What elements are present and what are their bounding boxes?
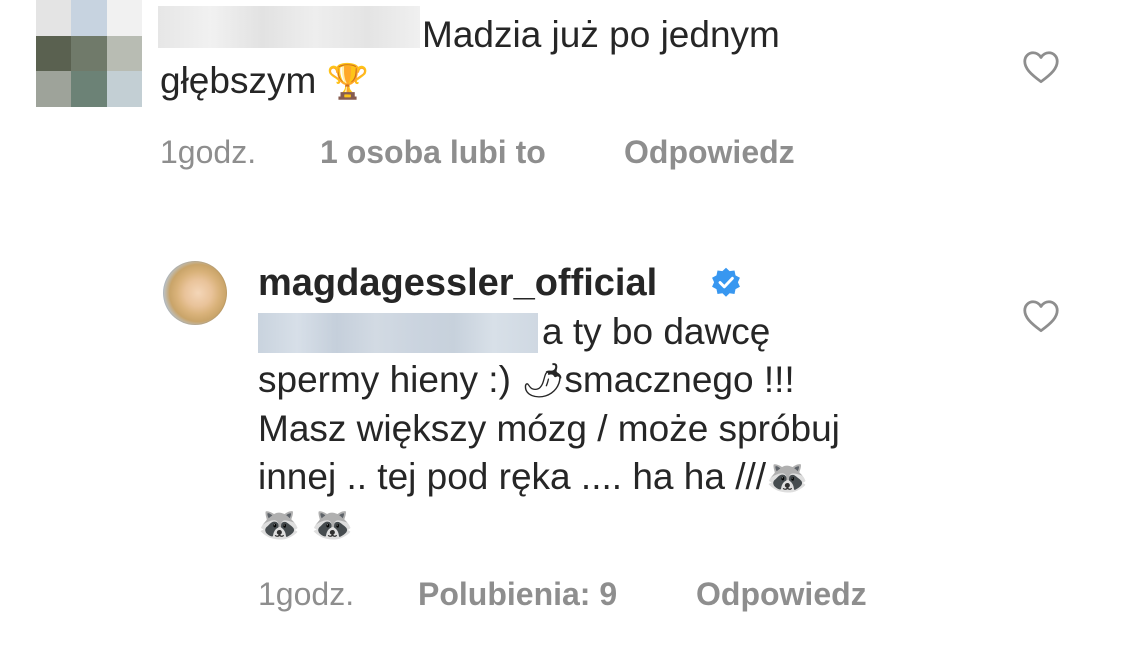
verified-badge-icon: [712, 267, 740, 297]
raccoon-icons-line: 🦝 🦝: [258, 505, 354, 545]
comment-text-line-4: innej .. tej pod ręka .... ha ha ///🦝: [258, 453, 978, 503]
comment-timestamp[interactable]: 1godz.: [258, 576, 354, 613]
comment-text-line-3: Masz większy mózg / może spróbuj: [258, 408, 840, 449]
comment-text-line-2b: smacznego !!!: [564, 358, 795, 400]
comment-text-line-1: a ty bo dawcę: [542, 311, 771, 352]
comment-text-line-2: głębszym 🏆: [160, 60, 369, 102]
raccoon-icon: 🦝: [766, 457, 809, 498]
heart-outline-icon[interactable]: [1022, 50, 1060, 84]
avatar-pixelated[interactable]: [36, 0, 142, 107]
reply-button[interactable]: Odpowiedz: [624, 134, 795, 171]
trophy-icon: 🏆: [326, 62, 369, 102]
comment-timestamp[interactable]: 1godz.: [160, 134, 256, 171]
likes-count[interactable]: Polubienia: 9: [418, 576, 617, 613]
heart-outline-icon[interactable]: [1022, 299, 1060, 333]
comment-text-line-2-text: głębszym: [160, 60, 317, 101]
comment-text-line-1: Madzia już po jednym: [422, 14, 780, 55]
username[interactable]: magdagessler_official: [258, 260, 657, 306]
comment-text-line-4-text: innej .. tej pod ręka .... ha ha ///: [258, 455, 767, 497]
comment-text-line-2: spermy hieny :) 🌶smacznego !!!: [258, 356, 978, 406]
avatar[interactable]: [163, 261, 227, 325]
likes-count[interactable]: 1 osoba lubi to: [320, 134, 546, 171]
chili-pepper-icon: 🌶: [521, 360, 565, 401]
comment-text: Madzia już po jednym głębszym 🏆: [160, 12, 960, 105]
reply-button[interactable]: Odpowiedz: [696, 576, 867, 613]
comment-text: a ty bo dawcę spermy hieny :) 🌶smacznego…: [258, 308, 978, 550]
comment-text-line-2a: spermy hieny :): [258, 358, 511, 400]
